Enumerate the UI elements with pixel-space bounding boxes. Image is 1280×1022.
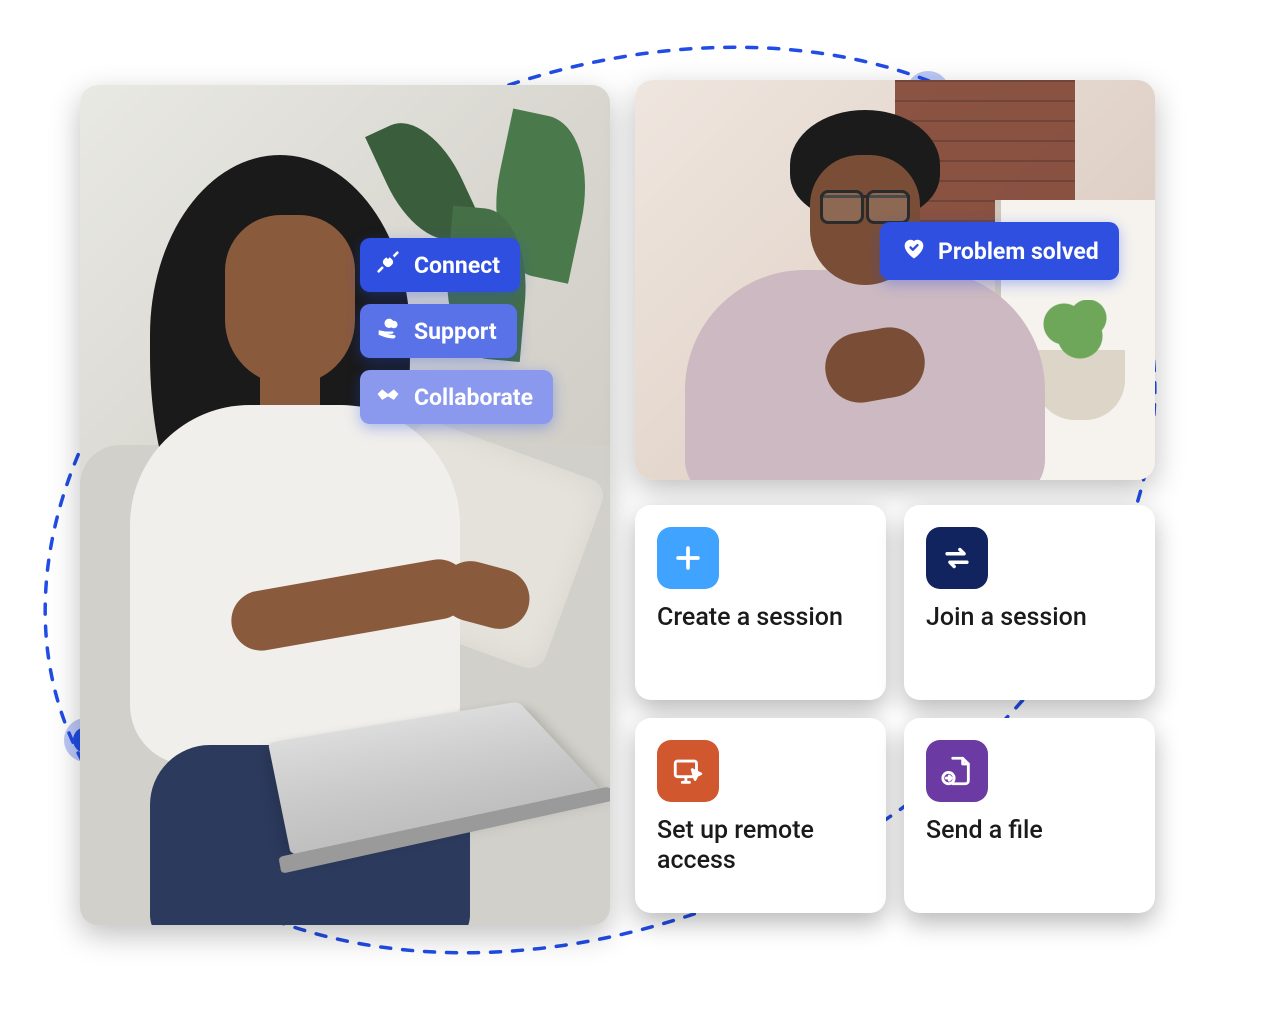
plug-icon <box>374 248 402 282</box>
photo-illustration <box>80 85 610 925</box>
handshake-icon <box>374 380 402 414</box>
chip-collaborate: Collaborate <box>360 370 553 424</box>
chip-label: Support <box>414 318 497 345</box>
tile-create-session[interactable]: Create a session <box>635 505 886 700</box>
hero-photo-left <box>80 85 610 925</box>
file-send-icon <box>926 740 988 802</box>
tile-label: Send a file <box>926 816 1133 846</box>
tile-label: Set up remote access <box>657 816 864 876</box>
tile-label: Create a session <box>657 603 864 633</box>
chip-label: Connect <box>414 252 500 279</box>
chip-connect: Connect <box>360 238 520 292</box>
hero-photo-right <box>635 80 1155 480</box>
action-tiles: Create a session Join a session Set up r… <box>635 505 1155 913</box>
problem-solved-badge: Problem solved <box>880 222 1119 280</box>
plus-icon <box>657 527 719 589</box>
feature-chips: Connect Support Collaborate <box>360 238 553 424</box>
chip-support: Support <box>360 304 517 358</box>
tile-label: Join a session <box>926 603 1133 633</box>
tile-send-file[interactable]: Send a file <box>904 718 1155 913</box>
badge-label: Problem solved <box>938 238 1099 265</box>
heart-check-icon <box>900 234 928 268</box>
swap-arrows-icon <box>926 527 988 589</box>
tile-remote-access[interactable]: Set up remote access <box>635 718 886 913</box>
support-hand-icon <box>374 314 402 348</box>
chip-label: Collaborate <box>414 384 533 411</box>
monitor-cursor-icon <box>657 740 719 802</box>
tile-join-session[interactable]: Join a session <box>904 505 1155 700</box>
